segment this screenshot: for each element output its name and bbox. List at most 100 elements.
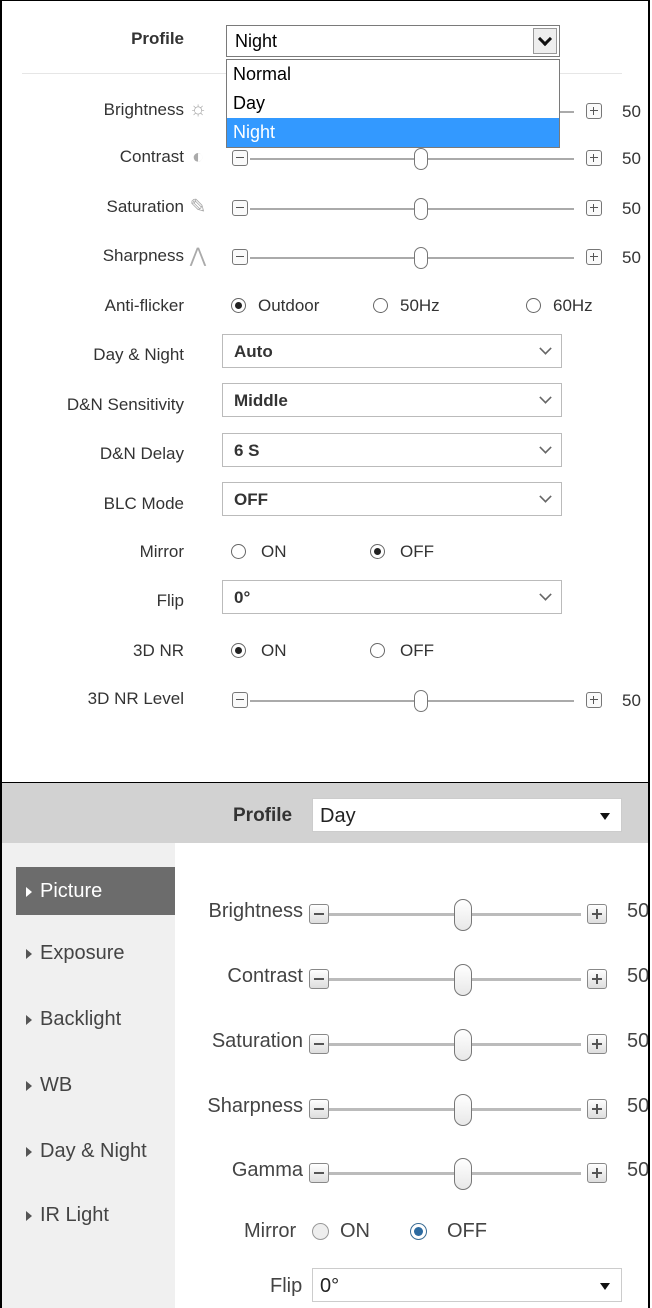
mirror-label: Mirror <box>139 542 184 561</box>
dn-sensitivity-select[interactable]: Middle <box>222 383 562 417</box>
saturation-slider[interactable]: 50 <box>230 197 641 221</box>
minus-icon[interactable] <box>309 1099 329 1119</box>
blc-mode-label: BLC Mode <box>103 494 184 513</box>
bottom-settings-panel: Profile Day Picture Exposure Backlight W… <box>0 783 650 1308</box>
sidebar-item-wb[interactable]: WB <box>16 1061 175 1109</box>
sidebar-item-backlight[interactable]: Backlight <box>16 995 175 1043</box>
plus-icon[interactable] <box>587 1099 607 1119</box>
profile-label: Profile <box>131 29 184 48</box>
minus-icon[interactable] <box>232 200 248 216</box>
3dnr-level-value: 50 <box>622 691 641 710</box>
sidebar-item-label: Picture <box>40 880 103 902</box>
mirror-label: Mirror <box>244 1220 297 1242</box>
blc-mode-value: OFF <box>234 490 268 509</box>
contrast-slider[interactable] <box>307 964 637 996</box>
flip-select[interactable]: 0° <box>312 1268 622 1302</box>
slider-handle[interactable] <box>454 964 472 996</box>
anti-flicker-60hz-label: 60Hz <box>553 296 593 315</box>
saturation-value: 50 <box>622 199 641 218</box>
profile-option-normal[interactable]: Normal <box>227 60 559 89</box>
slider-handle[interactable] <box>414 690 428 712</box>
flip-select[interactable]: 0° <box>222 580 562 614</box>
slider-handle[interactable] <box>414 198 428 220</box>
plus-icon[interactable] <box>587 969 607 989</box>
minus-icon[interactable] <box>232 150 248 166</box>
dn-sensitivity-value: Middle <box>234 391 288 410</box>
chevron-down-icon[interactable] <box>533 28 557 54</box>
sharpness-slider[interactable] <box>307 1094 637 1126</box>
chevron-down-icon <box>539 490 552 503</box>
blc-mode-select[interactable]: OFF <box>222 482 562 516</box>
profile-option-day[interactable]: Day <box>227 89 559 118</box>
day-night-select[interactable]: Auto <box>222 334 562 368</box>
contrast-slider[interactable]: 50 <box>230 147 641 171</box>
sharpness-value: 50 <box>627 1095 650 1117</box>
plus-icon[interactable] <box>586 200 602 216</box>
dn-delay-select[interactable]: 6 S <box>222 433 562 467</box>
3dnr-on-label: ON <box>261 641 287 660</box>
brightness-value: 50 <box>627 900 650 922</box>
saturation-slider[interactable] <box>307 1029 637 1061</box>
plus-icon[interactable] <box>586 103 602 119</box>
3dnr-off-radio[interactable] <box>370 643 385 658</box>
sidebar-item-ir-light[interactable]: IR Light <box>16 1191 175 1239</box>
contrast-label: Contrast <box>119 147 184 166</box>
slider-handle[interactable] <box>454 1158 472 1190</box>
plus-icon[interactable] <box>587 1163 607 1183</box>
slider-handle[interactable] <box>454 1029 472 1061</box>
saturation-label: Saturation <box>211 1030 303 1052</box>
3dnr-label: 3D NR <box>132 641 184 660</box>
sidebar-item-day-night[interactable]: Day & Night <box>16 1127 175 1175</box>
anti-flicker-50hz-radio[interactable] <box>373 298 388 313</box>
gamma-slider[interactable] <box>307 1158 637 1190</box>
slider-handle[interactable] <box>454 1094 472 1126</box>
mirror-off-radio[interactable] <box>410 1223 427 1240</box>
sidebar-item-label: Backlight <box>40 1008 122 1030</box>
sidebar-item-picture[interactable]: Picture <box>16 867 175 915</box>
anti-flicker-outdoor-radio[interactable] <box>231 298 246 313</box>
contrast-icon: ◐ <box>191 146 205 168</box>
minus-icon[interactable] <box>232 249 248 265</box>
slider-handle[interactable] <box>454 899 472 931</box>
minus-icon[interactable] <box>309 1163 329 1183</box>
plus-icon[interactable] <box>586 150 602 166</box>
sidebar-item-exposure[interactable]: Exposure <box>16 929 175 977</box>
minus-icon[interactable] <box>309 1034 329 1054</box>
flip-value: 0° <box>234 588 251 607</box>
minus-icon[interactable] <box>309 969 329 989</box>
dn-delay-label: D&N Delay <box>99 444 184 463</box>
sun-icon: ☼ <box>188 98 208 120</box>
profile-header: Profile Day <box>2 783 648 843</box>
sharpness-slider[interactable]: 50 <box>230 246 641 270</box>
3dnr-on-radio[interactable] <box>231 643 246 658</box>
3dnr-level-slider[interactable]: 50 <box>230 689 641 713</box>
sharpness-value: 50 <box>622 248 641 267</box>
profile-select[interactable]: Day <box>312 798 622 832</box>
anti-flicker-60hz-radio[interactable] <box>526 298 541 313</box>
brightness-label: Brightness <box>208 900 304 922</box>
slider-handle[interactable] <box>414 148 428 170</box>
slider-handle[interactable] <box>414 247 428 269</box>
profile-dropdown-list[interactable]: Normal Day Night <box>226 59 560 148</box>
plus-icon[interactable] <box>586 249 602 265</box>
sidebar-item-label: Day & Night <box>40 1140 147 1162</box>
minus-icon[interactable] <box>232 692 248 708</box>
day-night-value: Auto <box>234 342 273 361</box>
contrast-label: Contrast <box>227 965 303 987</box>
sidebar: Picture Exposure Backlight WB Day & Nigh… <box>2 843 175 1308</box>
profile-option-night[interactable]: Night <box>227 118 559 147</box>
mirror-on-radio[interactable] <box>312 1223 329 1240</box>
plus-icon[interactable] <box>586 692 602 708</box>
plus-icon[interactable] <box>587 904 607 924</box>
mirror-on-radio[interactable] <box>231 544 246 559</box>
saturation-icon: ✎ <box>189 196 207 218</box>
gamma-value: 50 <box>627 1159 650 1181</box>
anti-flicker-label: Anti-flicker <box>104 296 184 315</box>
brightness-slider[interactable] <box>307 899 637 931</box>
mirror-off-radio[interactable] <box>370 544 385 559</box>
gamma-label: Gamma <box>231 1159 303 1181</box>
mirror-off-label: OFF <box>447 1220 487 1242</box>
profile-select[interactable]: Night <box>226 25 560 57</box>
minus-icon[interactable] <box>309 904 329 924</box>
plus-icon[interactable] <box>587 1034 607 1054</box>
